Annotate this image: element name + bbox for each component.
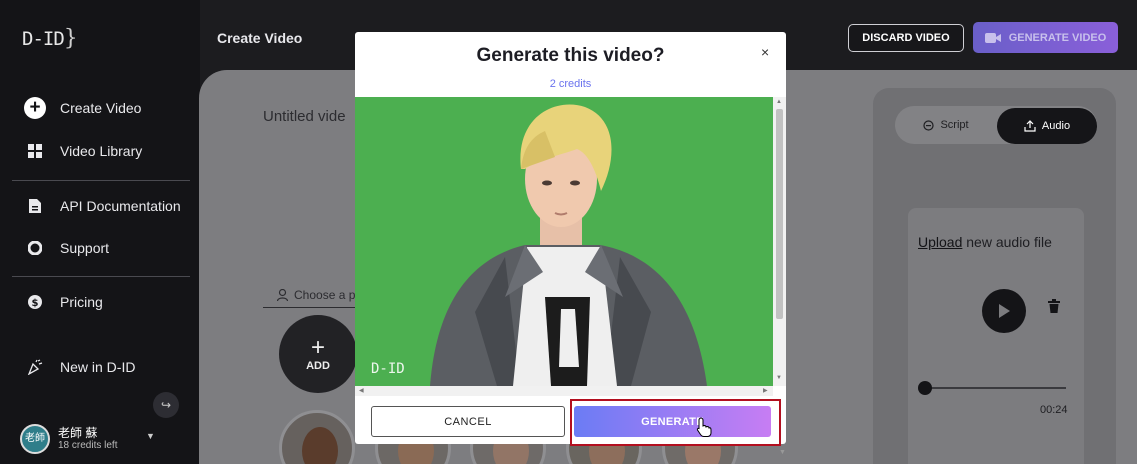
caret-down-icon[interactable]: ▼ [146,431,155,441]
user-name: 老師 蘇 [58,425,98,440]
dollar-icon: $ [24,295,46,309]
play-button[interactable] [982,289,1026,333]
sidebar-item-video-library[interactable]: Video Library [24,143,142,159]
scroll-right-icon[interactable]: ▶ [763,387,768,394]
user-credits: 18 credits left [58,439,118,451]
trash-icon[interactable] [1048,299,1060,318]
presenter-image [355,97,773,386]
lifebuoy-icon [24,241,46,255]
scrollbar-thumb[interactable] [776,109,783,319]
d-id-logo[interactable]: D-ID} [22,26,78,51]
close-icon[interactable]: × [761,44,769,60]
scroll-down-icon[interactable]: ▼ [776,375,782,381]
tab-audio-label: Audio [1041,120,1071,132]
generate-button-highlight [570,399,781,446]
horizontal-scrollbar[interactable]: ◀ ▶ [355,386,773,396]
add-presenter-button[interactable]: + ADD [279,315,357,393]
modal-title: Generate this video? [476,45,665,66]
sidebar-item-label: Create Video [60,100,142,116]
sidebar-item-support[interactable]: Support [24,240,109,256]
play-icon [999,304,1010,318]
sidebar-item-label: Support [60,240,110,256]
upload-link[interactable]: Upload [918,234,962,250]
tab-audio[interactable]: Audio [997,108,1097,144]
sidebar-item-create-video[interactable]: + Create Video [24,97,141,119]
generate-video-button[interactable]: GENERATE VIDEO [973,22,1118,53]
video-camera-icon [984,32,1001,43]
share-icon[interactable]: ↪ [153,392,179,418]
user-menu[interactable]: 老師 老師 蘇 18 credits left [20,424,117,454]
audio-progress-handle[interactable] [918,381,932,395]
svg-text:$: $ [32,298,39,309]
audio-duration: 00:24 [1040,404,1068,416]
sidebar-item-api-documentation[interactable]: API Documentation [24,198,181,214]
sidebar-item-label: API Documentation [60,198,181,214]
sidebar-item-label: New in D-ID [60,359,136,375]
sidebar-item-label: Video Library [60,143,143,159]
scroll-up-icon[interactable]: ▲ [776,99,782,105]
video-preview: D-ID [355,97,773,386]
audio-progress-track[interactable] [922,387,1066,389]
grid-icon [24,144,46,158]
sidebar-divider [12,276,190,277]
choose-label: Choose a p [294,287,356,302]
generate-video-modal: Generate this video? × 2 credits D-ID ▲ … [355,32,786,444]
sidebar-item-new-in-d-id[interactable]: New in D-ID [24,359,135,375]
page-title: Create Video [217,30,303,46]
plus-icon: + [310,334,325,361]
scroll-down-icon[interactable]: ▼ [779,449,786,456]
vertical-scrollbar[interactable]: ▲ ▼ [773,97,786,386]
cancel-button[interactable]: CANCEL [371,406,565,437]
document-icon [24,199,46,213]
sidebar-divider [12,180,190,181]
choose-presenter-tab[interactable]: Choose a p [263,282,363,308]
tab-script-label: Script [940,119,969,131]
generate-video-label: GENERATE VIDEO [1008,31,1107,44]
chat-icon [923,119,935,131]
sidebar-item-pricing[interactable]: $ Pricing [24,294,103,310]
discard-video-button[interactable]: DISCARD VIDEO [848,24,964,52]
video-title-input[interactable]: Untitled vide [263,108,346,125]
party-icon [24,359,46,375]
add-label: ADD [306,360,330,372]
user-icon [277,288,288,301]
sidebar-item-label: Pricing [60,294,103,310]
modal-credits: 2 credits [549,78,592,90]
scroll-left-icon[interactable]: ◀ [359,387,364,394]
upload-icon [1024,120,1036,132]
tab-script[interactable]: Script [898,109,994,141]
sidebar: D-ID} + Create Video Video Library API D… [0,0,200,464]
plus-circle-icon: + [24,97,46,119]
d-id-watermark: D-ID [371,361,405,377]
hand-cursor-icon [696,417,712,442]
upload-audio-text: Upload new audio file [918,234,1052,250]
avatar: 老師 [20,424,50,454]
